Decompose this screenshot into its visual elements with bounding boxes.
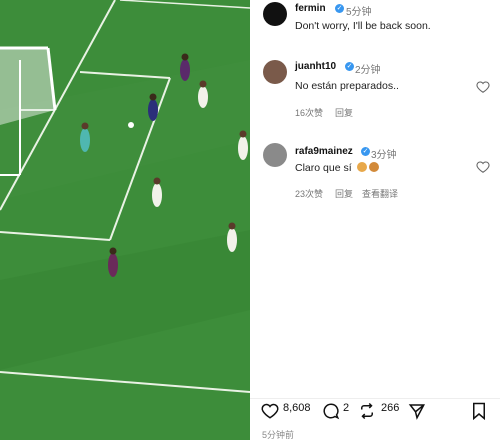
- verified-badge-icon: ✓: [345, 62, 354, 71]
- repost-icon[interactable]: [358, 402, 376, 420]
- comment-avatar[interactable]: [263, 143, 287, 167]
- comment-time: 3分钟: [371, 150, 397, 161]
- comment-likes[interactable]: 16次赞: [295, 106, 323, 119]
- comment-user[interactable]: rafa9mainez: [295, 146, 353, 157]
- heart-icon[interactable]: [261, 402, 279, 420]
- comment-text-wrap: Claro que sí: [295, 162, 379, 174]
- post-caption: Don't worry, I'll be back soon.: [295, 20, 431, 32]
- see-translation-link[interactable]: 查看翻译: [362, 187, 398, 200]
- post-media[interactable]: [0, 0, 250, 440]
- share-icon[interactable]: [408, 402, 426, 420]
- post-panel: fermin ✓ 5分钟 Don't worry, I'll be back s…: [250, 0, 500, 440]
- reply-button[interactable]: 回复: [335, 187, 353, 200]
- comment-likes[interactable]: 23次赞: [295, 187, 323, 200]
- comment-text: Claro que sí: [295, 162, 352, 174]
- comment-time: 2分钟: [355, 65, 381, 76]
- post-author[interactable]: fermin: [295, 3, 326, 14]
- comment-heart-icon[interactable]: [476, 160, 490, 174]
- verified-badge-icon: ✓: [335, 4, 344, 13]
- likes-count[interactable]: 8,608: [283, 402, 311, 414]
- comments-count[interactable]: 2: [343, 402, 349, 414]
- comment-avatar[interactable]: [263, 60, 287, 84]
- post-timestamp: 5分钟前: [262, 430, 295, 440]
- football-pitch-image: [0, 0, 250, 440]
- comment-icon[interactable]: [322, 402, 340, 420]
- reply-button[interactable]: 回复: [335, 106, 353, 119]
- emoji-icon: [356, 162, 367, 172]
- reposts-count[interactable]: 266: [381, 402, 399, 414]
- post-actions-bar: 8,608 2 266: [250, 398, 500, 421]
- emoji-icon: [368, 162, 379, 172]
- post-time: 5分钟: [346, 7, 372, 18]
- bookmark-icon[interactable]: [471, 402, 487, 420]
- comment-heart-icon[interactable]: [476, 80, 490, 94]
- comment-text: No están preparados..: [295, 80, 399, 92]
- comment-user[interactable]: juanht10: [295, 61, 336, 72]
- verified-badge-icon: ✓: [361, 147, 370, 156]
- avatar[interactable]: [263, 2, 287, 26]
- ball: [128, 122, 134, 128]
